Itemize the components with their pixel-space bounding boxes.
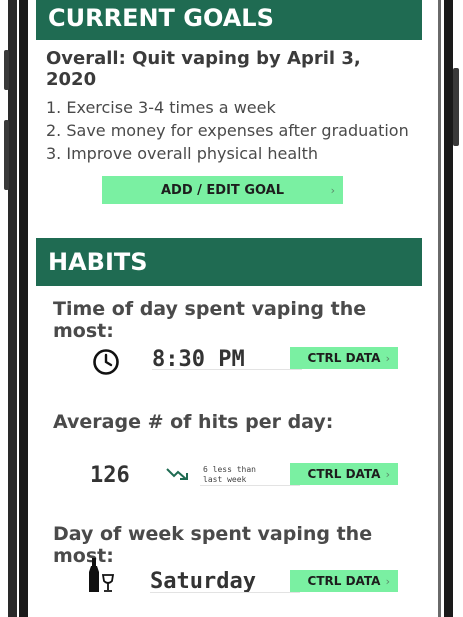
day-of-week-value: Saturday [150,569,256,594]
app-screen: CURRENT GOALS Overall: Quit vaping by Ap… [36,0,422,617]
average-hits-value: 126 [90,463,130,488]
ctrl-data-button-time[interactable]: CTRL DATA › [290,347,398,369]
trend-down-icon [165,466,191,482]
goals-header: CURRENT GOALS [36,0,422,40]
goal-list: 1. Exercise 3-4 times a week 2. Save mon… [46,96,412,165]
clock-icon [92,348,120,376]
average-hits-title: Average # of hits per day: [53,411,334,433]
ctrl-data-label: CTRL DATA [307,574,381,588]
ctrl-data-button-hits[interactable]: CTRL DATA › [290,463,398,485]
phone-side-button [4,120,9,190]
hits-change-line2: last week [203,475,247,484]
chevron-right-icon: › [385,467,390,481]
phone-bezel-right [444,0,453,617]
chevron-right-icon: › [330,183,335,197]
phone-bezel-left [8,0,17,617]
goals-section: Overall: Quit vaping by April 3, 2020 1.… [36,40,422,165]
phone-frame-right [423,0,463,617]
ctrl-data-label: CTRL DATA [307,351,381,365]
overall-goal: Overall: Quit vaping by April 3, 2020 [46,48,361,90]
hits-change-line1: 6 less than [203,465,256,474]
add-edit-goal-label: ADD / EDIT GOAL [160,182,285,198]
goal-item: 3. Improve overall physical health [46,144,319,163]
phone-power-button [453,68,459,146]
goal-item: 2. Save money for expenses after graduat… [46,121,409,140]
habits-header: HABITS [36,238,422,286]
divider [152,369,302,370]
hits-change-note: 6 less than last week [203,465,256,485]
phone-side-button [4,50,9,90]
divider [200,485,300,486]
bottle-glass-icon [86,558,116,592]
ctrl-data-label: CTRL DATA [307,467,381,481]
divider [150,592,300,593]
phone-bezel-right-inner [438,0,441,617]
phone-frame-left [0,0,34,617]
time-of-day-title: Time of day spent vaping the most: [53,298,367,342]
add-edit-goal-button[interactable]: ADD / EDIT GOAL › [102,176,343,204]
phone-bezel-left-inner [19,0,28,617]
chevron-right-icon: › [385,574,390,588]
chevron-right-icon: › [385,351,390,365]
goal-item: 1. Exercise 3-4 times a week [46,98,276,117]
ctrl-data-button-day[interactable]: CTRL DATA › [290,570,398,592]
